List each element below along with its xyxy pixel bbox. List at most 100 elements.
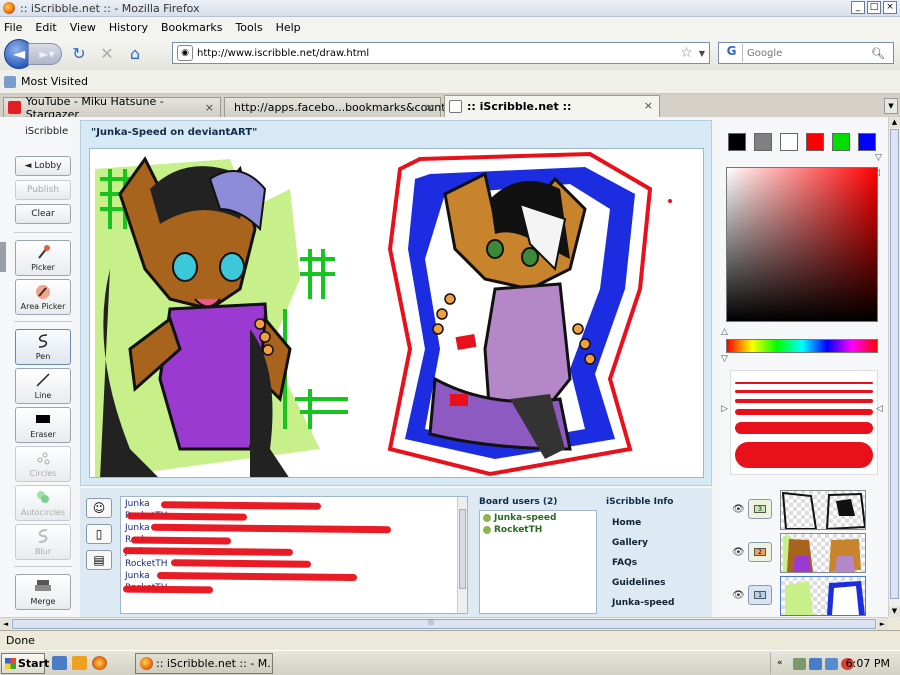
network-icon[interactable] xyxy=(809,658,822,670)
eye-icon[interactable]: 👁︎ xyxy=(732,590,745,601)
show-desktop-icon[interactable] xyxy=(52,656,67,670)
scroll-down-icon[interactable]: ▼ xyxy=(889,606,900,617)
tab-iscribble[interactable]: :: iScribble.net :: × xyxy=(444,95,660,117)
menu-file[interactable]: File xyxy=(4,21,22,34)
saturation-value-picker[interactable] xyxy=(726,167,878,322)
volume-icon[interactable] xyxy=(825,658,838,670)
url-bar[interactable]: ◉ http://www.iscribble.net/draw.html ☆ ▼ xyxy=(172,42,710,64)
stop-icon[interactable]: ✕ xyxy=(96,43,118,65)
menu-tools[interactable]: Tools xyxy=(235,21,262,34)
url-text[interactable]: http://www.iscribble.net/draw.html xyxy=(197,48,680,59)
clock[interactable]: 6:07 PM xyxy=(846,653,890,674)
layer-row[interactable]: 👁︎ 1 xyxy=(720,574,888,617)
page-horizontal-scrollbar[interactable]: ◄ ||| ► xyxy=(0,617,888,630)
layer-select-button[interactable]: 3 xyxy=(748,499,772,519)
blur-tool[interactable]: Blur xyxy=(15,524,71,560)
swatch-blue[interactable] xyxy=(858,133,876,151)
panel-edge-handle[interactable] xyxy=(0,242,6,272)
chat-line: Junka xyxy=(125,571,150,581)
pen-tool[interactable]: Pen xyxy=(15,329,71,365)
brush-size-option[interactable] xyxy=(735,422,873,434)
notepad-icon[interactable]: ▯ xyxy=(86,524,112,544)
search-bar[interactable]: G 🔍︎ xyxy=(718,42,894,64)
brush-size-option[interactable] xyxy=(735,409,873,415)
home-icon[interactable]: ⌂ xyxy=(124,43,146,65)
user-item[interactable]: Junka-speed xyxy=(483,513,596,523)
menu-edit[interactable]: Edit xyxy=(35,21,56,34)
chat-scrollbar[interactable] xyxy=(457,497,467,613)
brush-size-option[interactable] xyxy=(735,442,873,468)
eraser-tool[interactable]: Eraser xyxy=(15,407,71,443)
info-link-gallery[interactable]: Gallery xyxy=(612,538,674,548)
publish-button[interactable]: Publish xyxy=(15,180,71,200)
forward-button[interactable]: ►▾ xyxy=(28,42,62,65)
url-dropdown-icon[interactable]: ▼ xyxy=(699,49,705,58)
circles-tool[interactable]: Circles xyxy=(15,446,71,482)
vertical-scroll-thumb[interactable] xyxy=(890,129,899,599)
user-item[interactable]: RocketTH xyxy=(483,525,596,535)
info-link-faqs[interactable]: FAQs xyxy=(612,558,674,568)
menu-history[interactable]: History xyxy=(109,21,148,34)
brush-size-option[interactable] xyxy=(735,390,873,393)
clipboard-icon[interactable]: ▤ xyxy=(86,550,112,570)
scroll-left-icon[interactable]: ◄ xyxy=(0,618,11,630)
tab-close-icon[interactable]: × xyxy=(644,99,653,112)
smiley-icon[interactable]: ☺ xyxy=(86,498,112,518)
tab-close-icon[interactable]: × xyxy=(205,101,214,114)
menu-view[interactable]: View xyxy=(70,21,96,34)
menu-bookmarks[interactable]: Bookmarks xyxy=(161,21,222,34)
hue-slider[interactable] xyxy=(726,339,878,353)
lobby-button[interactable]: ◄ Lobby xyxy=(15,156,71,176)
search-icon[interactable]: 🔍︎ xyxy=(871,47,885,60)
horizontal-scroll-thumb[interactable] xyxy=(12,619,876,629)
chat-log[interactable]: Junka RocketTH Junka Rocke Junk RocketTH… xyxy=(120,496,468,614)
minimize-button[interactable]: _ xyxy=(851,1,865,14)
info-link-user[interactable]: Junka-speed xyxy=(612,598,674,608)
reload-icon[interactable]: ↻ xyxy=(68,43,90,65)
scroll-right-icon[interactable]: ► xyxy=(877,618,888,630)
brush-size-selector[interactable] xyxy=(730,370,878,475)
swatch-black[interactable] xyxy=(728,133,746,151)
clear-button[interactable]: Clear xyxy=(15,204,71,224)
layer-row[interactable]: 👁︎ 2 xyxy=(720,531,888,575)
tab-youtube[interactable]: YouTube - Miku Hatsune - Stargazer × xyxy=(3,95,221,121)
swatch-gray[interactable] xyxy=(754,133,772,151)
tray-app-icon[interactable] xyxy=(793,658,806,670)
scroll-up-icon[interactable]: ▲ xyxy=(889,117,900,128)
brush-size-option[interactable] xyxy=(735,382,873,384)
swatch-red[interactable] xyxy=(806,133,824,151)
firefox-quicklaunch-icon[interactable] xyxy=(92,656,107,670)
tray-expand-icon[interactable]: « xyxy=(777,653,783,674)
area-picker-tool[interactable]: Area Picker xyxy=(15,279,71,315)
swatch-white[interactable] xyxy=(780,133,798,151)
brush-size-option[interactable] xyxy=(735,399,873,403)
page-vertical-scrollbar[interactable]: ▲ ▼ xyxy=(888,117,900,617)
autocircles-tool[interactable]: Autocircles xyxy=(15,485,71,521)
line-tool[interactable]: Line xyxy=(15,368,71,404)
layer-row[interactable]: 👁︎ 3 xyxy=(720,488,888,532)
info-link-home[interactable]: Home xyxy=(612,518,674,528)
drawing-canvas[interactable] xyxy=(89,148,704,478)
tab-facebook[interactable]: http://apps.facebo...bookmarks&count=0 × xyxy=(224,97,462,117)
picker-tool[interactable]: Picker xyxy=(15,240,71,276)
list-all-tabs-icon[interactable]: ▼ xyxy=(884,98,898,114)
menu-help[interactable]: Help xyxy=(276,21,301,34)
media-player-icon[interactable] xyxy=(72,656,87,670)
tab-close-icon[interactable]: × xyxy=(425,101,434,114)
layer-select-button[interactable]: 2 xyxy=(748,542,772,562)
close-button[interactable]: × xyxy=(883,1,897,14)
bookmark-star-icon[interactable]: ☆ xyxy=(680,45,693,61)
merge-tool[interactable]: Merge xyxy=(15,574,71,610)
start-button[interactable]: Start xyxy=(1,653,49,674)
layer-select-button[interactable]: 1 xyxy=(748,585,772,605)
eye-icon[interactable]: 👁︎ xyxy=(732,504,745,515)
maximize-button[interactable]: □ xyxy=(867,1,881,14)
chat-scroll-thumb[interactable] xyxy=(459,509,466,589)
info-link-guidelines[interactable]: Guidelines xyxy=(612,578,674,588)
search-engine-icon[interactable]: G xyxy=(721,44,743,62)
taskbar-firefox-window[interactable]: :: iScribble.net :: - M... xyxy=(135,653,273,674)
swatch-green[interactable] xyxy=(832,133,850,151)
search-input[interactable] xyxy=(747,47,867,59)
eye-icon[interactable]: 👁︎ xyxy=(732,547,745,558)
most-visited-link[interactable]: Most Visited xyxy=(21,75,88,88)
